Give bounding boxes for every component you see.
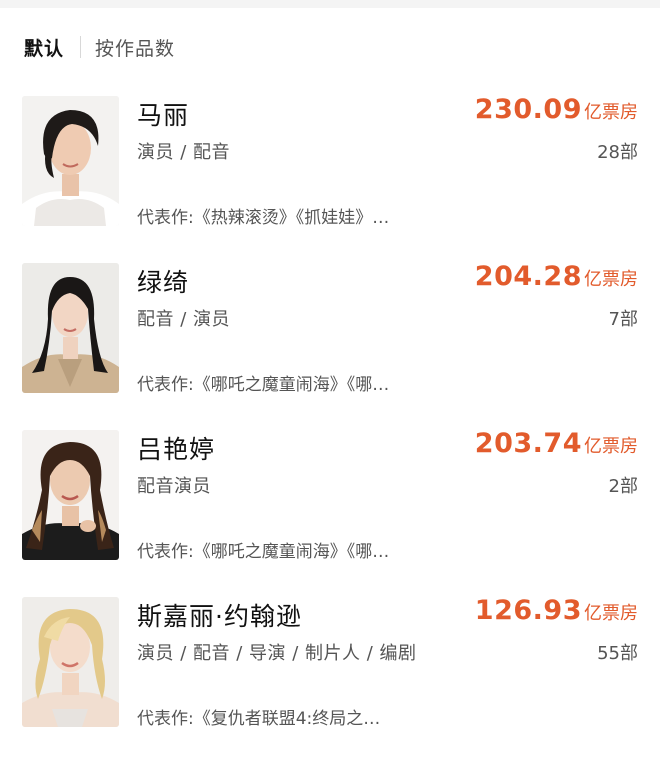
- box-office-value: 203.74: [474, 428, 582, 459]
- person-name: 马丽: [137, 101, 190, 130]
- box-office-value: 204.28: [474, 261, 582, 292]
- box-office: 204.28 亿票房: [475, 261, 638, 292]
- person-row[interactable]: 马丽 演员 / 配音 代表作:《热辣滚烫》《抓娃娃》… 230.09 亿票房 28…: [0, 92, 660, 259]
- sort-tabs: 默认 按作品数: [24, 30, 175, 64]
- person-photo[interactable]: [22, 430, 119, 560]
- box-office-unit: 亿票房: [584, 436, 638, 457]
- person-row[interactable]: 绿绮 配音 / 演员 代表作:《哪吒之魔童闹海》《哪… 204.28 亿票房 7部: [0, 259, 660, 426]
- works-count: 55部: [597, 643, 638, 664]
- person-representative-works: 代表作:《热辣滚烫》《抓娃娃》…: [137, 208, 390, 228]
- sort-divider: [80, 36, 82, 58]
- person-photo-image: [22, 263, 119, 393]
- box-office: 126.93 亿票房: [475, 595, 638, 626]
- person-list: 马丽 演员 / 配音 代表作:《热辣滚烫》《抓娃娃》… 230.09 亿票房 28…: [0, 92, 660, 760]
- person-representative-works: 代表作:《哪吒之魔童闹海》《哪…: [137, 542, 390, 562]
- person-photo-image: [22, 430, 119, 560]
- person-representative-works: 代表作:《哪吒之魔童闹海》《哪…: [137, 375, 390, 395]
- person-photo[interactable]: [22, 263, 119, 393]
- box-office-value: 126.93: [474, 595, 582, 626]
- person-roles: 配音演员: [137, 476, 211, 497]
- person-photo[interactable]: [22, 597, 119, 727]
- box-office-unit: 亿票房: [584, 269, 638, 290]
- person-row[interactable]: 斯嘉丽·约翰逊 演员 / 配音 / 导演 / 制片人 / 编剧 代表作:《复仇者…: [0, 593, 660, 760]
- box-office: 203.74 亿票房: [475, 428, 638, 459]
- box-office-unit: 亿票房: [584, 603, 638, 624]
- sort-tab-default[interactable]: 默认: [24, 34, 64, 61]
- person-name: 绿绮: [137, 268, 190, 297]
- person-name: 斯嘉丽·约翰逊: [137, 602, 302, 631]
- person-roles: 配音 / 演员: [137, 309, 231, 330]
- person-photo-image: [22, 597, 119, 727]
- works-count: 2部: [608, 476, 638, 497]
- person-name: 吕艳婷: [137, 435, 216, 464]
- box-office-value: 230.09: [474, 94, 582, 125]
- sort-tab-by-works[interactable]: 按作品数: [95, 34, 175, 61]
- person-photo[interactable]: [22, 96, 119, 226]
- person-photo-image: [22, 96, 119, 226]
- works-count: 7部: [608, 309, 638, 330]
- person-row[interactable]: 吕艳婷 配音演员 代表作:《哪吒之魔童闹海》《哪… 203.74 亿票房 2部: [0, 426, 660, 593]
- person-roles: 演员 / 配音 / 导演 / 制片人 / 编剧: [137, 643, 417, 664]
- person-representative-works: 代表作:《复仇者联盟4:终局之…: [137, 709, 381, 729]
- box-office-unit: 亿票房: [584, 102, 638, 123]
- person-roles: 演员 / 配音: [137, 142, 231, 163]
- works-count: 28部: [597, 142, 638, 163]
- box-office: 230.09 亿票房: [475, 94, 638, 125]
- top-strip: [0, 0, 660, 8]
